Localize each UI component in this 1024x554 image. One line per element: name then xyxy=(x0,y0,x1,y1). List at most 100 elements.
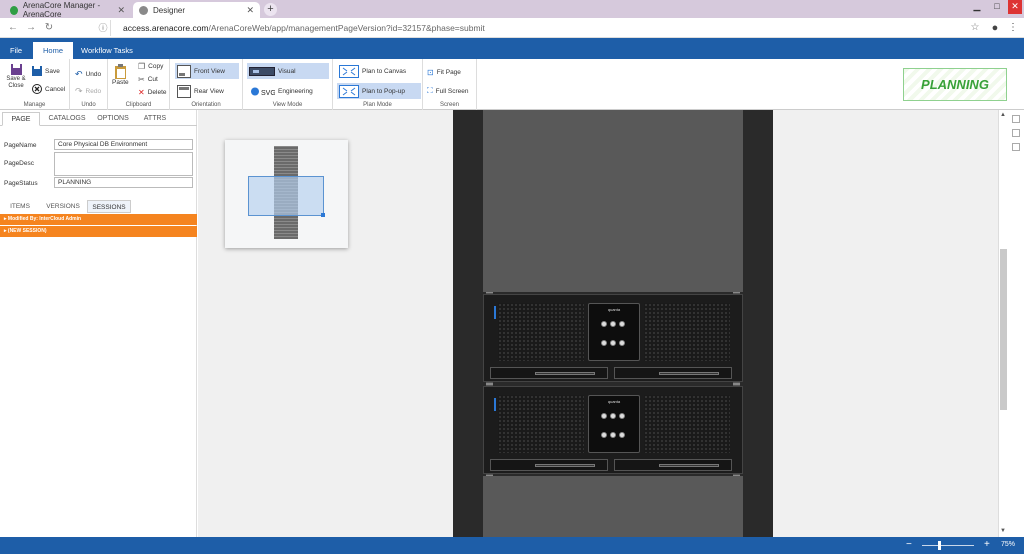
menu-tab-home[interactable]: Home xyxy=(33,42,74,59)
close-tab-icon[interactable]: ✕ xyxy=(117,5,125,16)
save-button[interactable]: Save xyxy=(32,66,60,76)
engineering-label: Engineering xyxy=(278,87,313,95)
vent-grille xyxy=(498,303,584,361)
tab-attrs[interactable]: ATTRS xyxy=(137,112,173,126)
url-field[interactable]: access.arenacore.com/ArenaCoreWeb/app/ma… xyxy=(110,20,960,36)
psu-handle xyxy=(659,372,719,375)
forward-icon[interactable]: → xyxy=(24,21,38,35)
cut-button[interactable]: ✂ Cut xyxy=(138,75,158,84)
power-supply-2[interactable] xyxy=(614,459,732,471)
page-desc-label: PageDesc xyxy=(4,160,34,167)
page-name-input[interactable]: Core Physical DB Environment xyxy=(54,139,193,150)
close-window-icon[interactable]: ✕ xyxy=(1008,0,1022,14)
plan-popup-icon xyxy=(339,84,359,98)
session-row-new[interactable]: ▸ (NEW SESSION) xyxy=(0,226,197,237)
cancel-circle-icon xyxy=(32,84,42,94)
plan-to-canvas-label: Plan to Canvas xyxy=(362,67,407,75)
tab-items[interactable]: ITEMS xyxy=(4,200,36,213)
save-close-button[interactable]: Save & Close xyxy=(4,63,28,90)
group-label-undo: Undo xyxy=(81,102,96,108)
power-supply-2[interactable] xyxy=(614,367,732,379)
undo-button[interactable]: ↶ Undo xyxy=(75,69,101,80)
maximize-icon[interactable]: □ xyxy=(990,0,1004,14)
vertical-scrollbar-thumb[interactable] xyxy=(1000,249,1007,410)
layer-toggle-checkbox[interactable] xyxy=(1012,129,1020,137)
profile-avatar-icon[interactable]: ● xyxy=(988,21,1002,35)
bookmark-star-icon[interactable]: ☆ xyxy=(968,21,982,35)
close-tab-icon[interactable]: ✕ xyxy=(246,5,254,16)
paste-button[interactable]: Paste xyxy=(112,64,129,86)
layer-toggle-checkbox[interactable] xyxy=(1012,115,1020,123)
tab-sessions[interactable]: SESSIONS xyxy=(87,200,131,213)
zoom-in-icon[interactable]: + xyxy=(984,539,990,550)
front-view-icon xyxy=(177,64,191,78)
group-label-manage: Manage xyxy=(23,102,46,108)
tab-options[interactable]: OPTIONS xyxy=(93,112,133,126)
page-status-input[interactable]: PLANNING xyxy=(54,177,193,188)
copy-button[interactable]: ❐ Copy xyxy=(138,62,163,71)
engineering-mode-button[interactable]: SVG Engineering xyxy=(247,83,329,99)
zoom-slider-track[interactable] xyxy=(922,545,974,546)
drive-bay-icon xyxy=(601,413,607,419)
minimap-navigator[interactable] xyxy=(225,140,348,248)
tab-versions[interactable]: VERSIONS xyxy=(42,200,84,213)
plan-to-popup-button[interactable]: Plan to Pop-up xyxy=(337,83,421,99)
visual-mode-button[interactable]: Visual xyxy=(247,63,329,79)
browser-tab-strip: ArenaCore Manager - ArenaCore ✕ Designer… xyxy=(0,0,1024,19)
group-label-orientation: Orientation xyxy=(191,102,221,108)
fit-page-icon: ⊡ xyxy=(427,68,434,77)
floppy-disk-icon xyxy=(32,66,42,76)
address-bar: ← → ↻ ⓘ access.arenacore.com/ArenaCoreWe… xyxy=(0,18,1024,38)
control-panel[interactable]: quanta xyxy=(588,395,640,453)
power-supply-1[interactable] xyxy=(490,367,608,379)
scroll-up-icon[interactable]: ▲ xyxy=(1000,112,1006,118)
url-path: /ArenaCoreWeb/app/managementPageVersion?… xyxy=(208,23,485,33)
secure-lock-icon[interactable]: ⓘ xyxy=(96,21,110,35)
ribbon-group-manage: Save & Close Save Cancel Manage xyxy=(0,59,70,110)
minimize-icon[interactable]: ▁ xyxy=(970,0,984,14)
plan-to-popup-label: Plan to Pop-up xyxy=(362,87,406,95)
delete-button[interactable]: ✕ Delete xyxy=(138,88,167,97)
browser-menu-icon[interactable]: ⋮ xyxy=(1006,21,1020,35)
menu-tab-file[interactable]: File xyxy=(0,42,32,59)
redo-button[interactable]: ↷ Redo xyxy=(75,86,101,97)
copy-label: Copy xyxy=(148,63,164,70)
minimap-viewport[interactable] xyxy=(248,176,324,216)
power-supply-1[interactable] xyxy=(490,459,608,471)
fit-page-button[interactable]: ⊡ Fit Page xyxy=(427,68,461,77)
globe-icon xyxy=(139,5,148,15)
new-tab-button[interactable]: + xyxy=(264,3,277,16)
scroll-down-icon[interactable]: ▼ xyxy=(1000,528,1006,534)
rack-server-1[interactable]: quanta xyxy=(483,294,743,382)
zoom-out-icon[interactable]: − xyxy=(906,539,912,550)
layer-toggle-checkbox[interactable] xyxy=(1012,143,1020,151)
page-desc-input[interactable] xyxy=(54,152,193,176)
back-icon[interactable]: ← xyxy=(6,21,20,35)
vent-grille xyxy=(498,395,584,453)
rear-view-icon xyxy=(177,84,191,98)
browser-tab-designer[interactable]: Designer ✕ xyxy=(133,2,260,18)
rear-view-button[interactable]: Rear View xyxy=(175,83,239,99)
reload-icon[interactable]: ↻ xyxy=(42,21,56,35)
control-panel[interactable]: quanta xyxy=(588,303,640,361)
server-visual-icon xyxy=(249,66,275,76)
front-view-button[interactable]: Front View xyxy=(175,63,239,79)
paste-label: Paste xyxy=(112,79,129,86)
full-screen-button[interactable]: ⛶ Full Screen xyxy=(427,86,468,96)
session-tabs: ITEMS VERSIONS SESSIONS xyxy=(0,200,197,213)
scissors-icon: ✂ xyxy=(138,75,145,84)
drive-bay-icon xyxy=(601,321,607,327)
rack-server-2[interactable]: quanta xyxy=(483,386,743,474)
rack-view[interactable]: quanta quanta xyxy=(453,110,773,537)
viewport-resize-handle[interactable] xyxy=(321,213,325,217)
svg-engineering-icon: SVG xyxy=(251,87,275,97)
cancel-button[interactable]: Cancel xyxy=(32,84,65,94)
browser-tab-arenacore-manager[interactable]: ArenaCore Manager - ArenaCore ✕ xyxy=(4,1,131,19)
group-label-view-mode: View Mode xyxy=(272,102,303,108)
plan-to-canvas-button[interactable]: Plan to Canvas xyxy=(337,63,421,79)
session-row-modified[interactable]: ▸ Modified By: InterCloud Admin xyxy=(0,214,197,225)
tab-page[interactable]: PAGE xyxy=(2,112,40,126)
tab-catalogs[interactable]: CATALOGS xyxy=(44,112,90,126)
zoom-slider-handle[interactable] xyxy=(938,541,941,550)
menu-tab-workflow-tasks[interactable]: Workflow Tasks xyxy=(71,42,143,59)
